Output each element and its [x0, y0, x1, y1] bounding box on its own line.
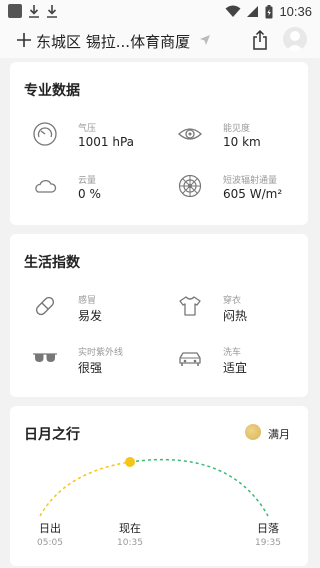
sun-marker [125, 457, 135, 467]
dressing-value: 闷热 [223, 309, 248, 323]
sun-arc-future [129, 458, 269, 517]
sunset-time: 19:35 [255, 538, 281, 548]
sun-moon-card: 日月之行 满月 日出 05:05 现在 10:35 日落 19:35 [10, 406, 308, 566]
notification-icon [8, 4, 22, 18]
wifi-icon [225, 5, 241, 17]
now-time: 10:35 [117, 538, 143, 548]
uv-value: 很强 [78, 361, 103, 375]
user-icon [286, 31, 304, 51]
status-time: 10:36 [279, 4, 312, 19]
battery-icon [265, 4, 273, 18]
avatar[interactable] [283, 27, 307, 51]
pressure-label: 气压 [78, 124, 97, 134]
life-index-title: 生活指数 [24, 255, 80, 271]
radiation-label: 短波辐射通量 [223, 176, 278, 186]
visibility-value: 10 km [223, 135, 261, 149]
location-title[interactable]: 东城区 锡拉...体育商厦 [36, 31, 190, 52]
sunrise-label: 日出 [39, 522, 61, 535]
share-button[interactable] [250, 29, 270, 51]
sunset-label: 日落 [257, 522, 279, 535]
visibility-label: 能见度 [223, 124, 251, 134]
shirt-icon [179, 296, 201, 316]
cloud-icon [35, 180, 57, 193]
car-wash-label: 洗车 [223, 348, 242, 358]
moon-icon [245, 424, 261, 440]
now-label: 现在 [119, 522, 141, 535]
cloud-cover-label: 云量 [78, 176, 97, 186]
radiation-value: 605 W/m² [223, 187, 283, 201]
status-bar: 10:36 [0, 0, 320, 24]
signal-icon [247, 6, 259, 17]
cloud-cover-value: 0 % [78, 187, 101, 201]
eye-icon [178, 128, 202, 140]
download-icon [47, 5, 57, 18]
cold-value: 易发 [78, 309, 103, 323]
sunglasses-icon [33, 353, 57, 362]
location-arrow-icon [200, 35, 210, 45]
download-icon [29, 5, 39, 18]
sun-moon-title: 日月之行 [24, 427, 80, 443]
app-bar: 东城区 锡拉...体育商厦 [0, 24, 320, 58]
moon-phase-label: 满月 [268, 428, 290, 441]
uv-label: 实时紫外线 [78, 348, 124, 358]
sunrise-time: 05:05 [37, 538, 63, 548]
sun-arc-past [39, 461, 131, 517]
pill-icon [35, 296, 55, 316]
pressure-value: 1001 hPa [78, 135, 135, 149]
cold-label: 感冒 [78, 296, 97, 306]
pro-data-card: 专业数据 气压 1001 hPa 能见度 10 km 云量 0 % 短波辐射通量… [10, 62, 308, 225]
pro-data-title: 专业数据 [24, 83, 80, 99]
car-icon [179, 352, 201, 366]
car-wash-value: 适宜 [223, 361, 248, 375]
radiation-icon [178, 174, 202, 198]
life-index-card: 生活指数 感冒 易发 穿衣 闷热 实时紫外线 很强 洗车 适宜 [10, 234, 308, 397]
dressing-label: 穿衣 [223, 296, 242, 306]
sun-arc-chart [39, 457, 269, 517]
gauge-icon [33, 122, 57, 146]
add-location-button[interactable] [14, 29, 34, 51]
